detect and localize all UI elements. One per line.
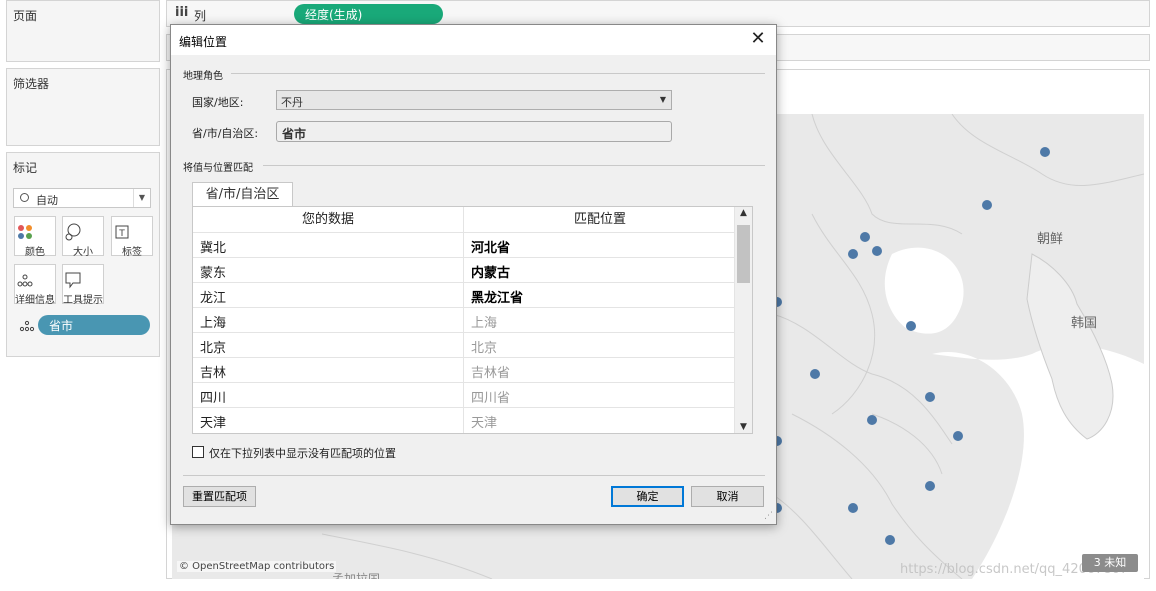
tab-province[interactable]: 省/市/自治区 (192, 182, 293, 207)
province-label: 省/市/自治区: (192, 127, 259, 140)
country-dropdown[interactable]: 不丹 ▼ (276, 90, 672, 110)
detail-card[interactable]: 详细信息 (14, 264, 56, 306)
pages-panel[interactable]: 页面 (6, 0, 160, 62)
reset-matches-button[interactable]: 重置匹配项 (183, 486, 256, 507)
color-dots-icon (18, 225, 32, 239)
country-value: 不丹 (281, 96, 303, 109)
size-card[interactable]: 大小 (62, 216, 104, 258)
scroll-up-icon[interactable]: ▲ (735, 208, 752, 218)
tooltip-card-label: 工具提示 (63, 295, 103, 306)
match-section-title: 将值与位置匹配 (183, 163, 253, 174)
tooltip-card[interactable]: 工具提示 (62, 264, 104, 306)
label-card[interactable]: T 标签 (111, 216, 153, 258)
filters-panel[interactable]: 筛选器 (6, 68, 160, 146)
row-match-cell[interactable]: 上海 (471, 312, 497, 331)
label-card-label: 标签 (122, 247, 142, 258)
row-match-cell[interactable]: 天津 (471, 412, 497, 431)
detail-pill-province[interactable]: 省市 (38, 315, 150, 335)
table-row[interactable]: 天津 天津 (193, 407, 736, 432)
marks-title: 标记 (13, 161, 38, 175)
label-icon: T (115, 225, 129, 239)
chevron-down-icon: ▼ (659, 95, 666, 104)
row-data-cell: 四川 (200, 391, 227, 406)
province-value: 省市 (282, 127, 307, 141)
chevron-down-icon[interactable]: ▼ (133, 189, 150, 207)
unmatched-only-label[interactable]: 仅在下拉列表中显示没有匹配项的位置 (209, 445, 396, 461)
size-icon (65, 223, 81, 241)
row-match-cell[interactable]: 河北省 (471, 237, 510, 256)
map-label-north-korea: 朝鲜 (1037, 232, 1064, 247)
dialog-titlebar[interactable]: 编辑位置 ✕ (171, 25, 776, 55)
columns-label: 列 (194, 9, 207, 23)
table-row[interactable]: 冀北 河北省 (193, 232, 736, 257)
filters-title: 筛选器 (13, 77, 50, 91)
columns-icon: iii (175, 5, 189, 20)
row-data-cell: 上海 (200, 316, 227, 331)
section-divider (263, 165, 765, 166)
cancel-button[interactable]: 取消 (691, 486, 764, 507)
row-match-cell[interactable]: 黑龙江省 (471, 287, 523, 306)
table-row[interactable]: 北京 北京 (193, 332, 736, 357)
size-card-label: 大小 (73, 247, 93, 258)
edit-locations-dialog: 编辑位置 ✕ 地理角色 国家/地区: 不丹 ▼ 省/市/自治区: 省市 将值与位… (170, 24, 777, 525)
svg-text:T: T (118, 229, 125, 239)
row-data-cell: 蒙东 (200, 266, 227, 281)
tooltip-icon (65, 272, 81, 289)
color-card-label: 颜色 (25, 247, 45, 258)
mark-type-value: 自动 (36, 194, 58, 207)
marks-panel: 标记 自动 ▼ 颜色 大小 T 标签 详细信息 工具提示 省市 (6, 152, 160, 357)
unmatched-only-checkbox[interactable] (192, 446, 204, 458)
scroll-down-icon[interactable]: ▼ (735, 422, 752, 432)
row-data-cell: 吉林 (200, 366, 227, 381)
map-label-bottom: 孟加拉国 (332, 572, 381, 579)
row-data-cell: 龙江 (200, 291, 227, 306)
match-table: 您的数据 匹配位置 ^ 冀北 河北省 蒙东 内蒙古 龙江 黑龙江省 上海 上海 … (192, 206, 753, 434)
row-data-cell: 天津 (200, 416, 227, 431)
country-label: 国家/地区: (192, 96, 244, 109)
row-match-cell[interactable]: 北京 (471, 337, 497, 356)
columns-pill-label: 经度(生成) (305, 8, 363, 22)
columns-pill-longitude[interactable]: 经度(生成) (294, 4, 443, 24)
resize-grip-icon[interactable]: ⋰ (764, 511, 773, 521)
table-row[interactable]: 龙江 黑龙江省 (193, 282, 736, 307)
dialog-title: 编辑位置 (179, 35, 228, 49)
province-field[interactable]: 省市 (276, 121, 672, 142)
section-divider (231, 73, 765, 74)
detail-pill-icon (19, 320, 35, 332)
close-icon[interactable]: ✕ (748, 29, 768, 49)
row-data-cell: 冀北 (200, 241, 227, 256)
detail-icon (17, 274, 33, 287)
pages-title: 页面 (13, 9, 38, 23)
color-card[interactable]: 颜色 (14, 216, 56, 258)
mark-type-dropdown[interactable]: 自动 ▼ (13, 188, 151, 208)
table-row[interactable]: 吉林 吉林省 (193, 357, 736, 382)
column-header-your-data[interactable]: 您的数据 (193, 207, 463, 232)
scrollbar-thumb[interactable] (737, 225, 750, 283)
row-match-cell[interactable]: 吉林省 (471, 362, 510, 381)
table-row[interactable]: 上海 上海 (193, 307, 736, 332)
map-label-south-korea: 韩国 (1071, 316, 1098, 331)
table-row[interactable]: 四川 四川省 (193, 382, 736, 407)
ok-button[interactable]: 确定 (611, 486, 684, 507)
columns-shelf[interactable]: iii 列 经度(生成) (166, 0, 1150, 27)
detail-pill-label: 省市 (49, 319, 74, 333)
row-data-cell: 北京 (200, 341, 227, 356)
footer-divider (183, 475, 765, 476)
unknown-indicator-badge[interactable]: 3 未知 (1082, 554, 1138, 572)
geo-role-section-title: 地理角色 (183, 71, 223, 82)
sort-caret-icon: ^ (595, 206, 603, 214)
table-scrollbar[interactable]: ▲ ▼ (734, 207, 752, 433)
table-row[interactable]: 蒙东 内蒙古 (193, 257, 736, 282)
map-attribution[interactable]: © OpenStreetMap contributors (177, 561, 337, 572)
detail-card-label: 详细信息 (15, 295, 55, 306)
row-match-cell[interactable]: 内蒙古 (471, 262, 510, 281)
circle-icon (20, 193, 29, 202)
row-match-cell[interactable]: 四川省 (471, 387, 510, 406)
